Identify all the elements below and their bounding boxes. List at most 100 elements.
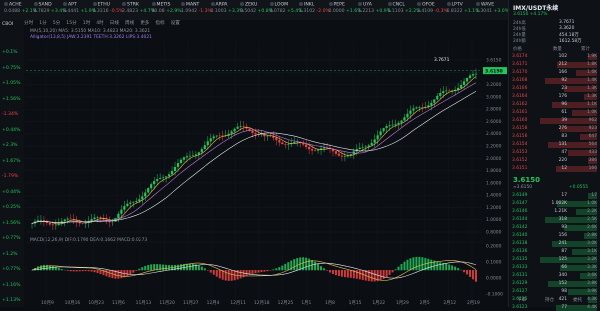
watchlist-percent[interactable]: +0.44%: [2, 190, 20, 195]
order-book-row[interactable]: 3.61443182.5K: [511, 217, 597, 223]
watchlist-percent[interactable]: +1.13%: [2, 298, 20, 303]
watchlist-percent[interactable]: -1.34%: [2, 112, 18, 117]
ticker-item[interactable]: LPTV6.8322 +1.1%: [447, 2, 480, 19]
bottom-tab[interactable]: 委托: [573, 297, 582, 303]
ticker-item[interactable]: PEPE0.0000 +1.6%: [329, 2, 362, 19]
order-book-row[interactable]: 3.6152220386: [511, 158, 597, 164]
order-book-row[interactable]: 3.6154131564: [511, 142, 597, 148]
macd-histogram-bar: [108, 270, 110, 277]
order-book-row[interactable]: 3.6123774.4K: [511, 305, 597, 311]
book-total: 386: [569, 158, 597, 164]
macd-histogram-bar: [439, 262, 441, 270]
order-book-row[interactable]: 3.61382413.0K: [511, 241, 597, 247]
order-book-row[interactable]: 3.6133663.3K: [511, 265, 597, 271]
order-book-row[interactable]: 3.61641761.3K: [511, 94, 597, 100]
book-quantity: 152: [547, 281, 567, 287]
watchlist-percent[interactable]: +0.75%: [2, 66, 20, 71]
watchlist-percent[interactable]: +0.25%: [2, 205, 20, 210]
ticker-change: +2.9%: [165, 9, 182, 14]
price-chart[interactable]: 分时1分5分15分1时4时日线周线更多指标设置 MA(5,10,20) MA5:…: [24, 20, 508, 307]
order-book-row[interactable]: 3.616039962: [511, 118, 597, 124]
order-book-row[interactable]: 3.6162961.1K: [511, 102, 597, 108]
ticker-item[interactable]: WAVE1.3041 +3.0%: [476, 2, 508, 19]
ticker-item[interactable]: STRK2.4823 +4.7%: [122, 2, 155, 19]
candle-body: [448, 91, 450, 92]
ticker-bar: ACHE0.0488 +2.1%SAND0.7829 +3.4%APT8.444…: [0, 0, 508, 21]
order-book-row[interactable]: 3.6166231.3K: [511, 86, 597, 92]
ticker-item[interactable]: APT8.4441 +1.9%: [63, 2, 96, 19]
watchlist-percent[interactable]: +1.16%: [2, 283, 20, 288]
bottom-tab[interactable]: 持仓: [545, 297, 554, 303]
order-book-row[interactable]: 3.61701661.6K: [511, 70, 597, 76]
ticker-item[interactable]: UYA1.2213 +0.9%: [358, 2, 391, 19]
watchlist-percent[interactable]: +1.56%: [2, 221, 20, 226]
watchlist-percent[interactable]: +0.77%: [2, 236, 20, 241]
macd-histogram-bar: [317, 264, 319, 270]
order-book-row[interactable]: 3.615112166: [511, 166, 597, 172]
order-book-row[interactable]: 3.6161611.0K: [511, 110, 597, 116]
bottom-tab[interactable]: 下单: [517, 297, 526, 303]
candle-body: [442, 91, 444, 93]
book-price: 3.6166: [512, 86, 527, 92]
order-book-row[interactable]: 3.61351253.2K: [511, 257, 597, 263]
macd-histogram-bar: [126, 270, 128, 276]
candle-body: [96, 217, 98, 218]
order-book-panel: IMX/USDT永续 3.6150 +4.17% 24h高3.767124h低3…: [508, 0, 600, 307]
macd-histogram-bar: [454, 267, 456, 271]
ticker-item[interactable]: ZEKU0.5042 +0.8%: [240, 2, 273, 19]
order-book-row[interactable]: 3.61291523.8K: [511, 281, 597, 287]
y-tick-label: 1.2000: [486, 205, 502, 211]
watchlist-percent[interactable]: -1.79%: [2, 174, 18, 179]
watchlist-percent[interactable]: +2.3%: [2, 143, 18, 148]
order-book-row[interactable]: 3.615683647: [511, 134, 597, 140]
order-book-row[interactable]: 3.6142932.6K: [511, 225, 597, 231]
ticker-item[interactable]: ACHE0.0488 +2.1%: [4, 2, 37, 19]
order-book-row[interactable]: 3.6158276923: [511, 126, 597, 132]
candle-body: [433, 99, 435, 102]
watchlist-percent[interactable]: +1.2%: [2, 252, 18, 257]
ticker-item[interactable]: METIS90.08 +2.9%: [152, 2, 182, 19]
watchlist-percent[interactable]: +1.05%: [2, 81, 20, 86]
watchlist-percent[interactable]: +1.67%: [2, 159, 20, 164]
macd-tick-label: -0.1000: [486, 292, 503, 298]
ticker-item[interactable]: SAND0.7829 +3.4%: [34, 2, 67, 19]
ticker-price: 0.1003 +3.3%: [211, 9, 244, 15]
symbol-title[interactable]: IMX/USDT永续: [513, 3, 558, 12]
ticker-item[interactable]: ARPA0.1003 +3.3%: [211, 2, 244, 19]
ticker-item[interactable]: CNCL1.1103 +2.2%: [388, 2, 421, 19]
macd-histogram-bar: [362, 270, 364, 280]
watchlist-percent[interactable]: +1.56%: [2, 97, 20, 102]
ticker-item[interactable]: OFOE2.4109 -0.3%: [417, 2, 448, 19]
order-book-row[interactable]: 3.61741021.9K: [511, 54, 597, 60]
watchlist-percent[interactable]: +0.77%: [2, 267, 20, 272]
order-book-row[interactable]: 3.61461.21K2.2K: [511, 209, 597, 215]
order-book-row[interactable]: 3.61712121.8K: [511, 62, 597, 68]
macd-histogram-bar: [409, 258, 411, 270]
order-book-row[interactable]: 3.61313403.6K: [511, 273, 597, 279]
order-book-row[interactable]: 3.61401562.8K: [511, 233, 597, 239]
candle-body: [338, 154, 340, 156]
book-price: 3.6151: [512, 166, 527, 172]
candle-body: [266, 136, 268, 137]
watchlist-percent[interactable]: +0.44%: [2, 128, 20, 133]
ticker-item[interactable]: INKL1.3102 -2.0%: [299, 2, 330, 19]
macd-histogram-bar: [263, 270, 265, 272]
macd-histogram-bar: [231, 270, 233, 281]
candle-body: [138, 199, 140, 201]
order-book-row[interactable]: 3.6136873.1K: [511, 249, 597, 255]
order-book-row[interactable]: 3.6168921.4K: [511, 78, 597, 84]
order-book-row[interactable]: 3.61491717: [511, 193, 597, 199]
book-column-header: 价格: [513, 46, 522, 52]
order-book-row[interactable]: 3.615347433: [511, 150, 597, 156]
book-quantity: 61: [547, 110, 567, 116]
ticker-item[interactable]: MANT1.0942 -1.3%: [181, 2, 212, 19]
macd-histogram-bar: [240, 270, 242, 278]
order-book-row[interactable]: 3.6127983.9K: [511, 289, 597, 295]
order-book-row[interactable]: 3.61471.002K1.0K: [511, 201, 597, 207]
book-quantity: 212: [547, 62, 567, 68]
ticker-item[interactable]: LOOM0.0782 +5.4%: [270, 2, 303, 19]
y-tick-label: 2.8000: [486, 107, 502, 113]
watchlist-percent[interactable]: +0.1%: [2, 50, 18, 55]
book-total: 3.6K: [569, 273, 597, 279]
ticker-item[interactable]: ETHU0.3316 -0.5%: [93, 2, 124, 19]
